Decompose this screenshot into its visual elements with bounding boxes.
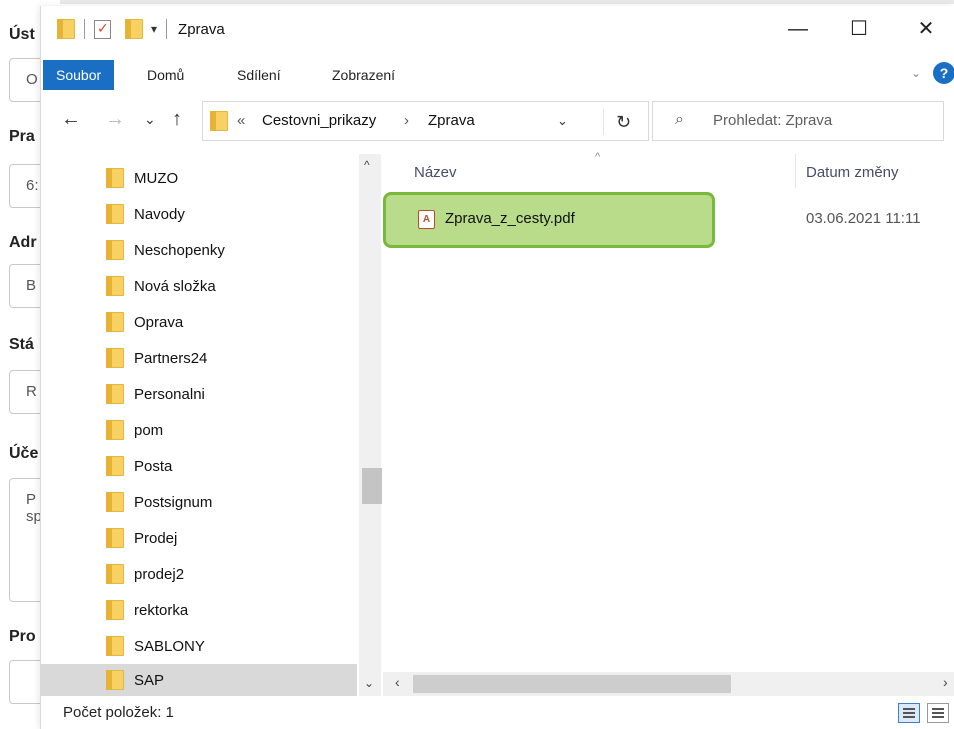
tree-item[interactable]: prodej2 [41, 556, 357, 592]
form-label: Pro [9, 628, 36, 645]
tree-item[interactable]: SABLONY [41, 628, 357, 664]
form-label: Adr [9, 234, 37, 251]
column-divider[interactable] [795, 154, 796, 188]
recent-locations-button[interactable]: ⌄ [144, 111, 156, 128]
folder-icon [210, 111, 228, 131]
tab-sdileni[interactable]: Sdílení [237, 60, 281, 90]
new-folder-icon[interactable] [125, 19, 143, 39]
tab-domu[interactable]: Domů [147, 60, 184, 90]
status-bar: Počet položek: 1 [41, 698, 954, 729]
breadcrumb-zprava[interactable]: Zprava [428, 112, 475, 129]
folder-icon [106, 348, 124, 368]
address-overflow[interactable]: « [237, 112, 245, 129]
navigation-bar: ← → ⌄ ↑ « Cestovni_prikazy › Zprava ⌄ ↻ … [41, 98, 954, 146]
close-button[interactable]: ✕ [911, 16, 941, 44]
expand-ribbon-icon[interactable]: ⌄ [911, 66, 921, 80]
tree-item[interactable]: Posta [41, 448, 357, 484]
tab-soubor[interactable]: Soubor [43, 60, 115, 90]
sort-ascending-icon: ^ [595, 151, 601, 163]
up-button[interactable]: ↑ [172, 108, 182, 131]
folder-icon [106, 204, 124, 224]
scrollbar-thumb[interactable] [362, 468, 382, 504]
folder-icon [106, 420, 124, 440]
folder-icon [106, 312, 124, 332]
tree-item[interactable]: Nová složka [41, 268, 357, 304]
search-input[interactable]: ⌕ Prohledat: Zprava [652, 101, 944, 141]
help-icon[interactable]: ? [933, 62, 954, 84]
column-header-date[interactable]: Datum změny [806, 164, 899, 181]
separator [84, 19, 85, 39]
nav-pane-scrollbar[interactable]: ^ ⌄ [359, 154, 382, 696]
folder-icon [106, 240, 124, 260]
scroll-down-icon[interactable]: ⌄ [364, 676, 374, 690]
file-date: 03.06.2021 11:11 [806, 210, 921, 227]
pdf-icon: A [418, 210, 435, 229]
folder-icon [106, 384, 124, 404]
minimize-button[interactable]: — [783, 16, 813, 44]
address-bar[interactable]: « Cestovni_prikazy › Zprava ⌄ ↻ [202, 101, 649, 141]
title-bar: ▾ Zprava — ☐ ✕ [41, 6, 954, 52]
forward-button[interactable]: → [105, 108, 125, 131]
file-explorer-window: ▾ Zprava — ☐ ✕ Soubor Domů Sdílení Zobra… [40, 6, 954, 729]
folder-icon [106, 528, 124, 548]
file-row[interactable]: A Zprava_z_cesty.pdf 03.06.2021 11:11 [383, 188, 954, 248]
folder-icon [106, 600, 124, 620]
file-name: Zprava_z_cesty.pdf [445, 210, 575, 227]
folder-icon [106, 276, 124, 296]
tree-item[interactable]: MUZO [41, 160, 357, 196]
tree-item[interactable]: Navody [41, 196, 357, 232]
column-header-name[interactable]: Název [414, 164, 457, 181]
horizontal-scrollbar[interactable]: ‹ › [383, 672, 954, 696]
refresh-icon[interactable]: ↻ [603, 109, 643, 135]
back-button[interactable]: ← [61, 108, 81, 131]
customize-toolbar-icon[interactable]: ▾ [151, 22, 157, 36]
folder-icon [106, 456, 124, 476]
form-label: Stá [9, 336, 34, 353]
maximize-button[interactable]: ☐ [844, 16, 874, 44]
tree-item[interactable]: Personalni [41, 376, 357, 412]
large-icons-view-icon[interactable] [927, 703, 949, 723]
scroll-right-icon[interactable]: › [943, 674, 948, 690]
ribbon: Soubor Domů Sdílení Zobrazení ⌄ ? [41, 58, 954, 90]
tree-item[interactable]: Neschopenky [41, 232, 357, 268]
breadcrumb-separator: › [404, 112, 409, 129]
tab-zobrazeni[interactable]: Zobrazení [332, 60, 395, 90]
search-icon: ⌕ [675, 111, 684, 128]
folder-icon [106, 564, 124, 584]
folder-icon [106, 168, 124, 188]
address-dropdown-icon[interactable]: ⌄ [557, 113, 568, 129]
separator [166, 19, 168, 39]
scrollbar-thumb[interactable] [413, 675, 731, 693]
scroll-up-icon[interactable]: ^ [364, 158, 370, 172]
tree-item[interactable]: Oprava [41, 304, 357, 340]
form-label: Úst [9, 26, 35, 43]
form-label: Pra [9, 128, 35, 145]
tree-item[interactable]: pom [41, 412, 357, 448]
item-count: Počet položek: 1 [63, 704, 174, 721]
folder-icon [106, 636, 124, 656]
tree-item-selected[interactable]: SAP [41, 664, 357, 696]
folder-icon [106, 670, 124, 690]
details-view-icon[interactable] [898, 703, 920, 723]
properties-icon[interactable] [94, 19, 111, 39]
file-list: ^ Název Datum změny A Zprava_z_cesty.pdf… [383, 151, 954, 696]
folder-icon [106, 492, 124, 512]
tree-item[interactable]: Postsignum [41, 484, 357, 520]
breadcrumb-cestovni-prikazy[interactable]: Cestovni_prikazy [262, 112, 376, 129]
background-top-line [0, 0, 954, 4]
form-label: Úče [9, 445, 39, 462]
window-title: Zprava [178, 20, 225, 38]
scroll-left-icon[interactable]: ‹ [395, 674, 400, 690]
tree-item[interactable]: Prodej [41, 520, 357, 556]
folder-icon [57, 19, 75, 39]
navigation-pane: MUZO Navody Neschopenky Nová složka Opra… [41, 154, 383, 696]
search-placeholder: Prohledat: Zprava [713, 112, 833, 129]
tree-item[interactable]: rektorka [41, 592, 357, 628]
tree-item[interactable]: Partners24 [41, 340, 357, 376]
